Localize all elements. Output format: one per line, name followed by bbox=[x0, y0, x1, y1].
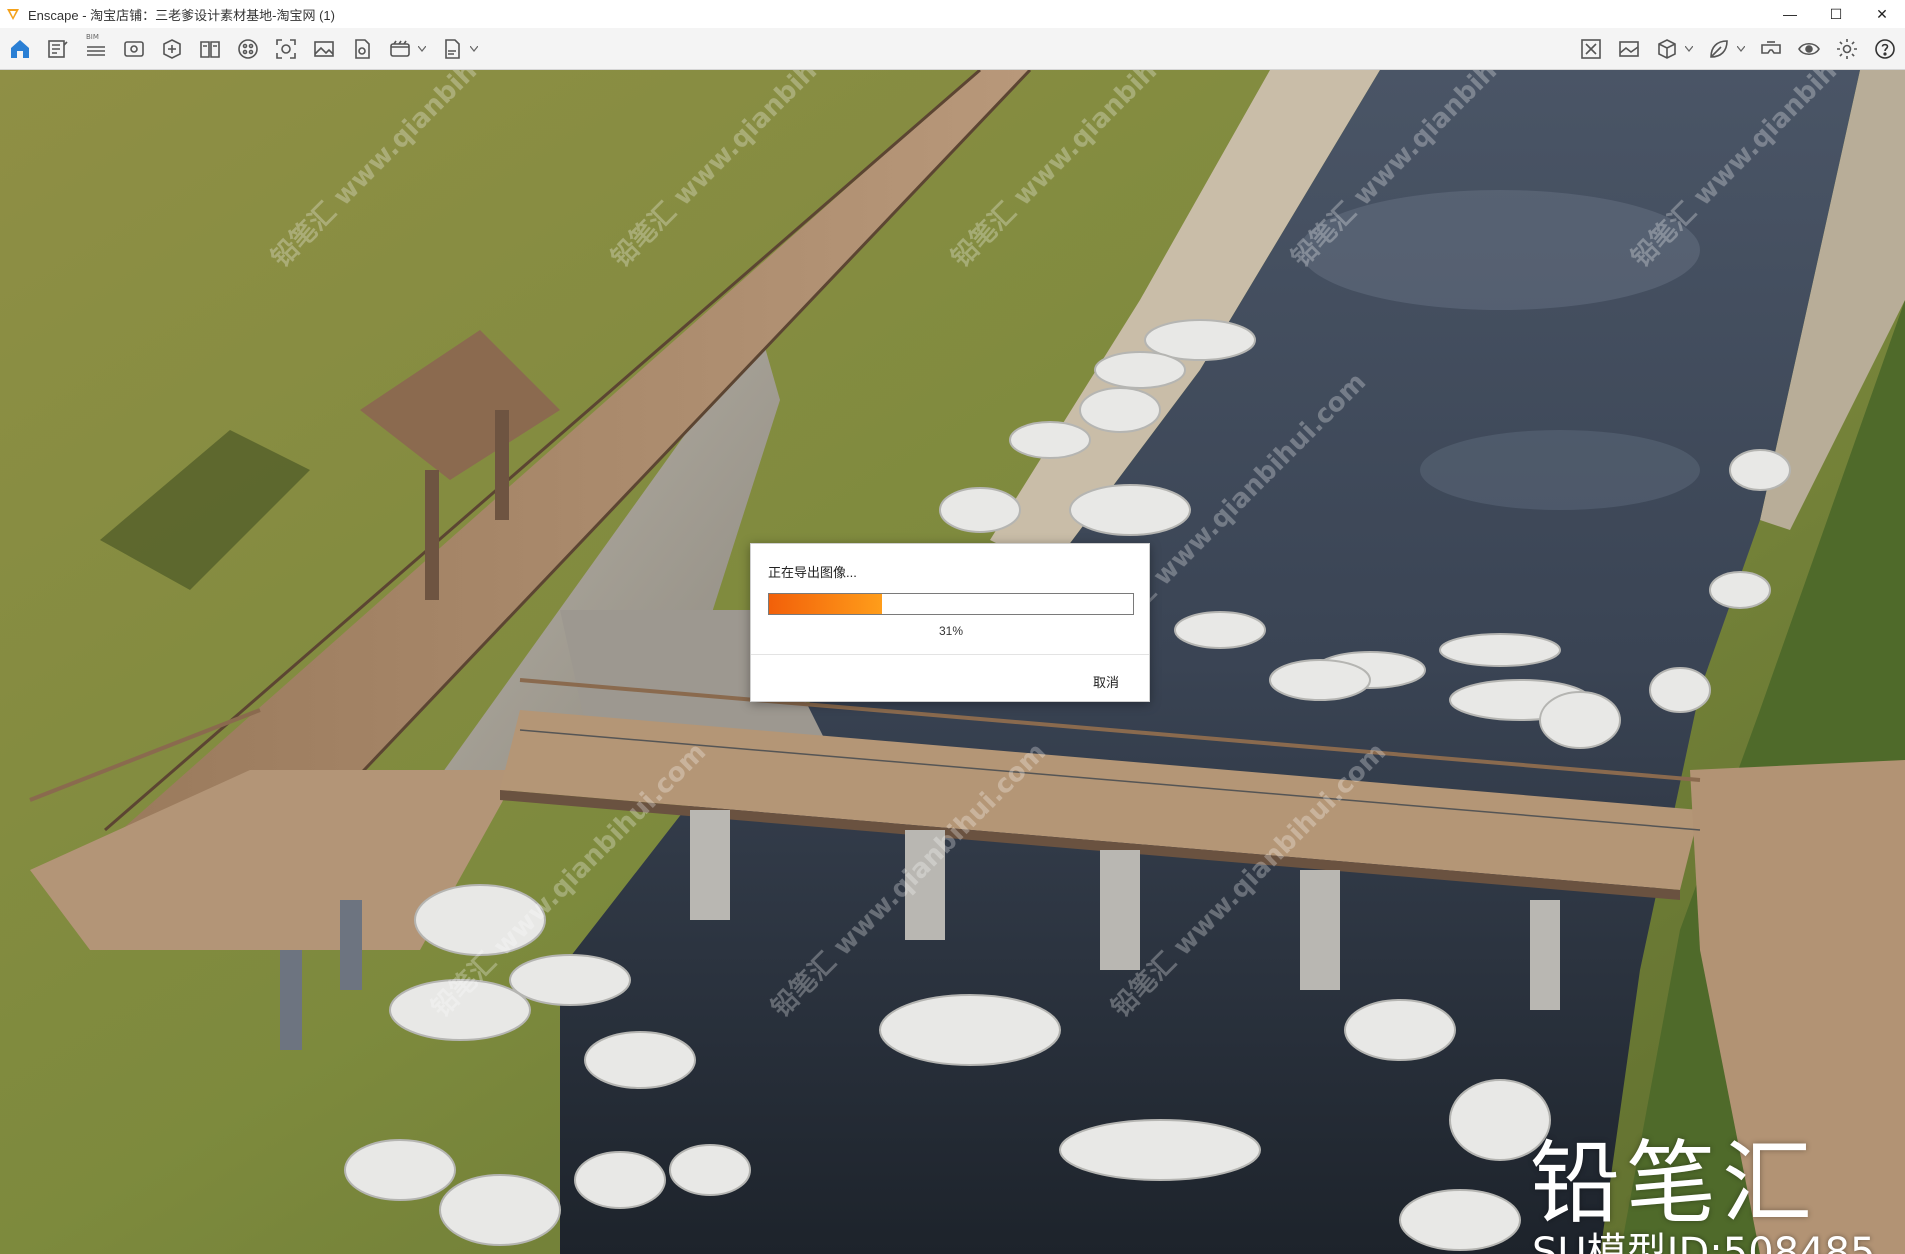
enscape-logo-icon bbox=[6, 7, 20, 21]
exe-dropdown-chevron-icon[interactable] bbox=[468, 35, 480, 63]
panorama-icon[interactable] bbox=[158, 35, 186, 63]
bim-icon[interactable]: BIM bbox=[82, 33, 110, 63]
window-controls: — ☐ ✕ bbox=[1767, 0, 1905, 28]
dialog-divider bbox=[751, 654, 1149, 655]
window-title: Enscape - 淘宝店铺：三老爹设计素材基地-淘宝网 (1) bbox=[28, 7, 335, 23]
export-status-text: 正在导出图像... bbox=[768, 565, 857, 580]
maximize-button[interactable]: ☐ bbox=[1813, 0, 1859, 28]
main-toolbar: BIM bbox=[0, 28, 1905, 91]
export-progress-dialog: 正在导出图像... 31% 取消 bbox=[750, 543, 1150, 702]
screenshot-icon[interactable] bbox=[1615, 35, 1643, 63]
title-bar: Enscape - 淘宝店铺：三老爹设计素材基地-淘宝网 (1) — ☐ ✕ bbox=[0, 0, 1905, 28]
export-progress-percent: 31% bbox=[938, 624, 964, 638]
leaf-icon[interactable] bbox=[1705, 35, 1733, 63]
eye-icon[interactable] bbox=[1795, 35, 1823, 63]
cancel-button[interactable]: 取消 bbox=[1093, 672, 1119, 691]
video-icon[interactable] bbox=[386, 35, 414, 63]
close-button[interactable]: ✕ bbox=[1859, 0, 1905, 28]
export-progress-bar bbox=[768, 593, 1134, 615]
capture-icon[interactable] bbox=[272, 35, 300, 63]
batch-render-icon[interactable] bbox=[1577, 35, 1605, 63]
book-icon[interactable] bbox=[196, 35, 224, 63]
toolbar-left-group: BIM bbox=[6, 33, 480, 64]
video-dropdown-chevron-icon[interactable] bbox=[416, 35, 428, 63]
image-icon[interactable] bbox=[310, 35, 338, 63]
home-icon[interactable] bbox=[6, 35, 34, 63]
export-icon[interactable] bbox=[348, 35, 376, 63]
help-icon[interactable] bbox=[1871, 35, 1899, 63]
exe-export-icon[interactable] bbox=[438, 35, 466, 63]
model-id-label: SU模型ID:508485 bbox=[1532, 1230, 1876, 1254]
asset-library-icon[interactable] bbox=[44, 35, 72, 63]
minimize-button[interactable]: — bbox=[1767, 0, 1813, 28]
cube-dropdown-chevron-icon[interactable] bbox=[1683, 35, 1695, 63]
toolbar-right-group bbox=[1577, 34, 1899, 64]
view-icon[interactable] bbox=[120, 35, 148, 63]
vr-headset-icon[interactable] bbox=[1757, 35, 1785, 63]
leaf-dropdown-chevron-icon[interactable] bbox=[1735, 35, 1747, 63]
cube-icon[interactable] bbox=[1653, 35, 1681, 63]
material-icon[interactable] bbox=[234, 35, 262, 63]
settings-icon[interactable] bbox=[1833, 35, 1861, 63]
export-progress-fill bbox=[769, 594, 882, 614]
